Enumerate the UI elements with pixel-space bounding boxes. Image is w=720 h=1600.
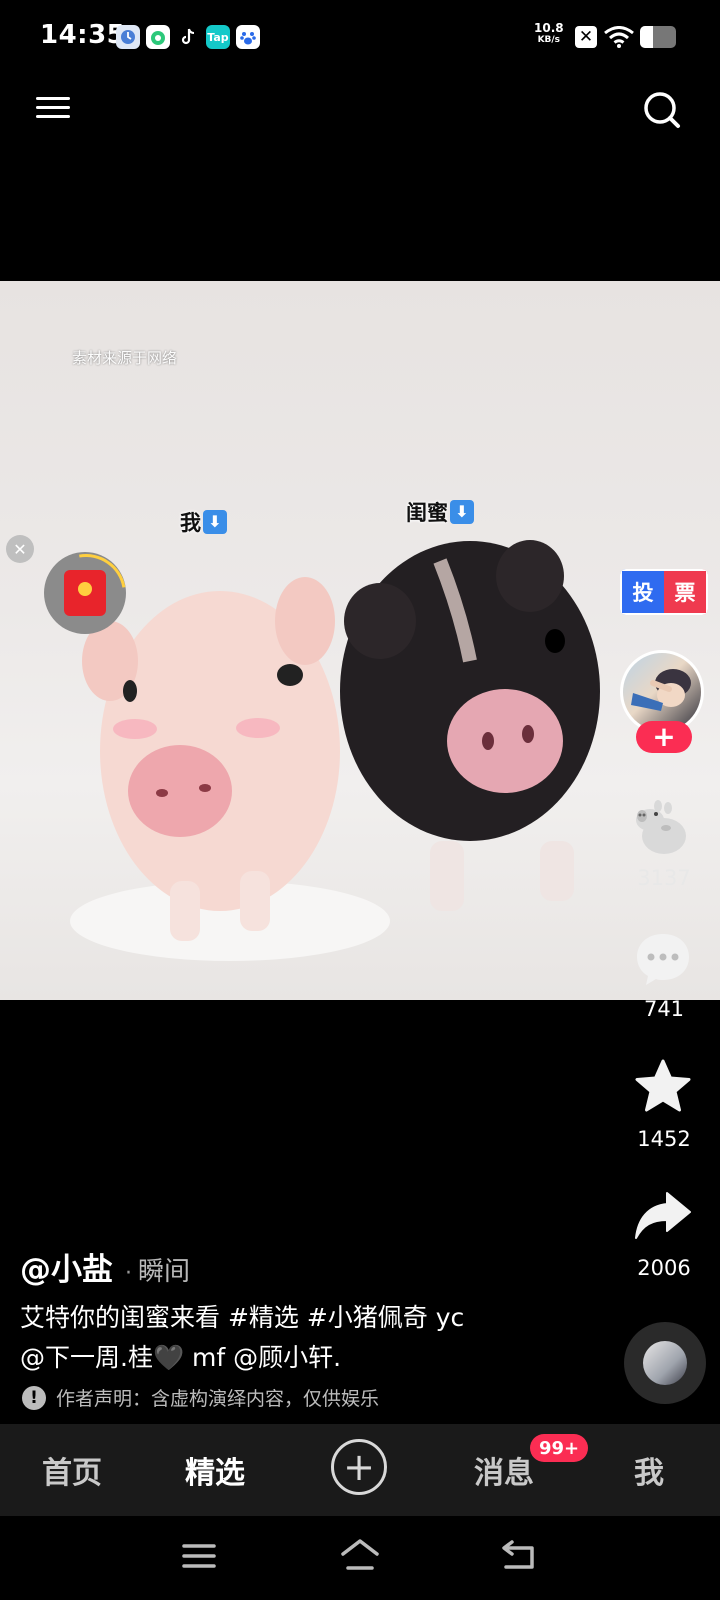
caption-line-2: @下一周.桂🖤 mf @顾小轩. [20,1343,342,1372]
warning-icon: ! [22,1385,46,1410]
peppa-like-icon[interactable] [632,800,692,860]
clock-app-icon [116,25,140,49]
tiktok-app-icon [176,25,200,49]
sticker-bff-label: 闺蜜 [406,501,448,525]
comment-count: 741 [643,997,685,1021]
x-icon: ✕ [575,26,597,48]
status-bar: 14:35 Tap 10.8 KB/s ✕ [0,0,720,78]
post-time: 瞬间 [138,1257,191,1287]
tab-home[interactable]: 首页 [42,1448,102,1492]
post-caption[interactable]: 艾特你的闺蜜来看 #精选 #小猪佩奇 yc @下一周.桂🖤 mf @顾小轩. [20,1298,580,1378]
tab-featured[interactable]: 精选 [185,1448,245,1492]
recent-apps-icon[interactable] [182,1542,216,1570]
author-line: @小盐 · 瞬间 [20,1244,190,1289]
red-packet-button[interactable] [30,538,142,650]
back-icon[interactable] [500,1538,538,1572]
battery-icon [640,26,676,48]
messages-badge: 99+ [530,1434,589,1462]
pigs-video-frame [70,540,600,961]
vote-label-left: 投 [620,569,664,615]
baidu-app-icon [236,25,260,49]
music-disc[interactable] [624,1322,706,1404]
tab-me[interactable]: 我 [634,1448,664,1492]
network-speed: 10.8 KB/s [534,22,564,46]
tab-messages[interactable]: 消息 [474,1448,534,1492]
comment-icon[interactable] [634,930,692,988]
caption-line-1: 艾特你的闺蜜来看 #精选 #小猪佩奇 yc [20,1303,465,1332]
author-disclaimer: ! 作者声明：含虚构演绎内容，仅供娱乐 [22,1384,379,1411]
add-post-button[interactable]: + [331,1439,387,1495]
system-navigation-bar [0,1516,720,1600]
sticker-me: 我 ⬇ [180,507,227,537]
like-count: 3137 [637,866,691,890]
network-speed-value: 10.8 [534,21,564,35]
share-count: 2006 [637,1256,691,1280]
separator-dot: · [125,1261,132,1286]
disclaimer-text: 作者声明：含虚构演绎内容，仅供娱乐 [56,1388,380,1410]
home-icon[interactable] [340,1538,380,1572]
menu-icon [36,97,70,100]
author-name[interactable]: @小盐 [20,1244,113,1289]
vote-label-right: 票 [664,569,708,615]
wifi-icon [604,26,634,48]
video-player[interactable]: 素材来源于网络 我 ⬇ 闺蜜 ⬇ [0,281,720,1000]
video-watermark: 素材来源于网络 [72,349,178,367]
bottom-tab-bar: 首页 精选 + 消息 99+ 我 [0,1424,720,1516]
down-arrow-icon: ⬇ [203,510,227,534]
follow-plus-icon[interactable]: + [636,721,692,753]
menu-button[interactable] [36,92,70,126]
favorite-star-icon[interactable] [634,1058,692,1116]
music-cover-image [643,1341,687,1385]
favorite-count: 1452 [637,1127,691,1151]
taptap-app-icon: Tap [206,25,230,49]
share-arrow-icon[interactable] [634,1190,692,1242]
close-icon[interactable]: ✕ [6,535,34,563]
down-arrow-icon: ⬇ [450,500,474,524]
network-speed-unit: KB/s [537,35,561,45]
battery-fill [640,26,653,48]
status-time: 14:35 [40,20,126,50]
sticker-bff: 闺蜜 ⬇ [406,497,474,527]
sticker-me-label: 我 [180,511,201,535]
green-app-icon [146,25,170,49]
vote-button[interactable]: 投 票 [620,569,708,615]
search-icon[interactable] [642,90,682,130]
